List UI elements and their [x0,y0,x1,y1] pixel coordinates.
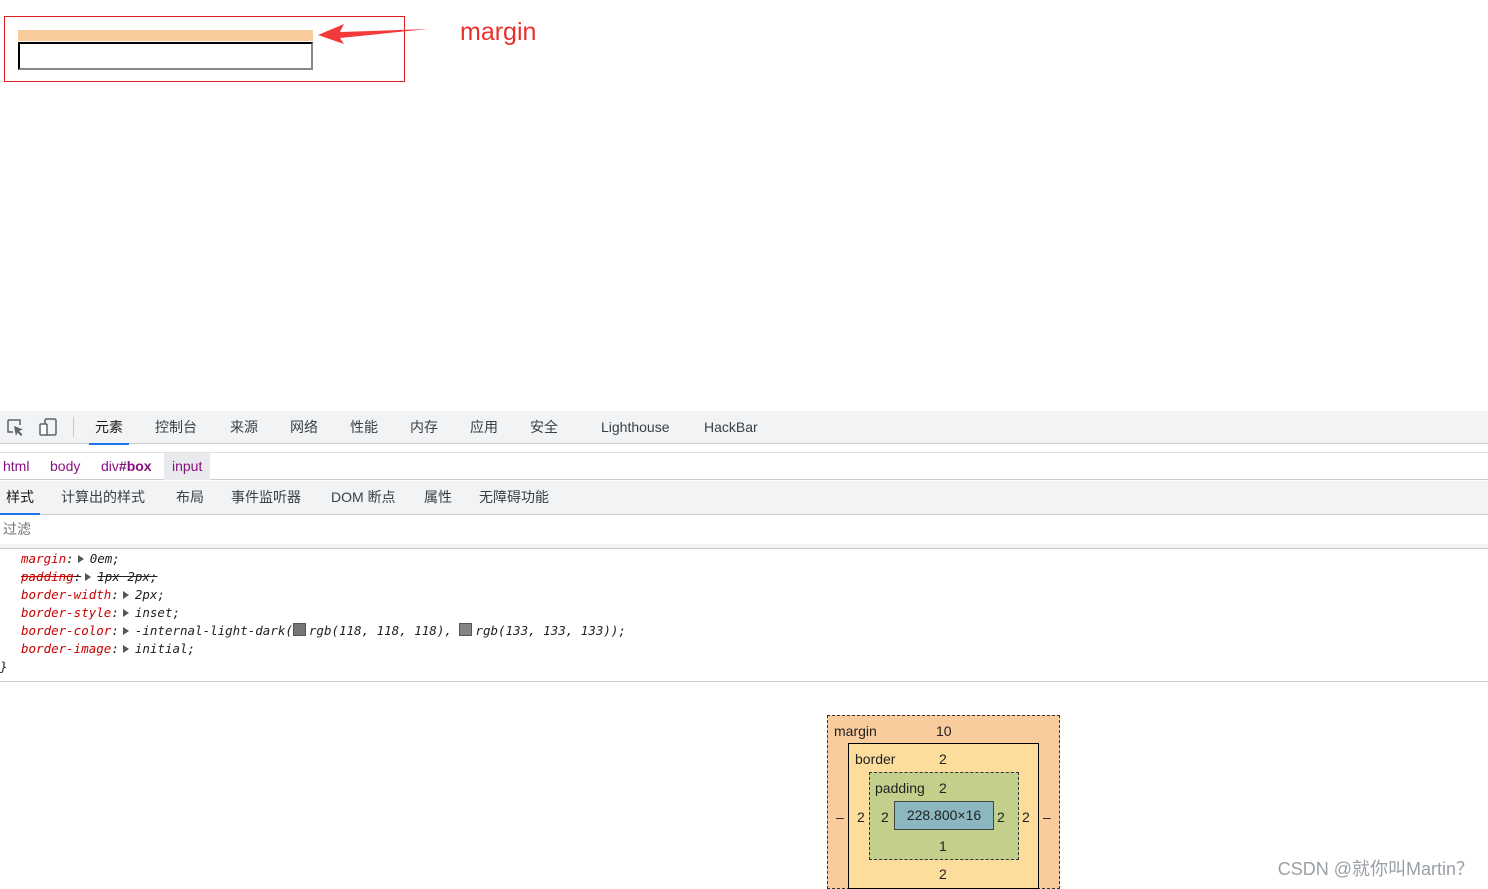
filter-divider [0,544,1488,549]
box-model-margin-right[interactable]: – [1043,809,1051,825]
box-model-border-label: border [855,751,896,767]
tab-network[interactable]: 网络 [290,411,318,444]
declaration-border-style[interactable]: border-style: inset; [21,604,180,622]
tab-lighthouse[interactable]: Lighthouse [601,411,670,444]
expand-triangle-icon[interactable] [85,573,92,581]
box-model-padding-bottom[interactable]: 1 [939,838,947,854]
subtab-styles[interactable]: 样式 [0,481,40,515]
property-value[interactable]: inset; [135,605,180,620]
box-model-border-top[interactable]: 2 [939,751,947,767]
breadcrumb-div-tag: div [101,458,119,474]
tab-console[interactable]: 控制台 [155,411,197,444]
property-value[interactable]: 1px 2px; [97,569,157,584]
box-model-margin-label: margin [834,723,877,739]
declaration-border-image[interactable]: border-image: initial; [21,640,195,658]
margin-highlight [18,30,313,41]
declaration-margin[interactable]: margin: 0em; [21,550,120,568]
property-name[interactable]: border-color [21,623,111,638]
rule-closing-brace: } [0,659,8,674]
rules-divider [0,681,1488,682]
box-model-padding-right[interactable]: 2 [997,809,1005,825]
subtab-computed[interactable]: 计算出的样式 [61,481,145,514]
property-value[interactable]: 2px; [135,587,165,602]
property-value[interactable]: -internal-light-dark( [135,623,293,638]
tab-hackbar[interactable]: HackBar [704,411,758,444]
styles-subtabs: 样式 计算出的样式 布局 事件监听器 DOM 断点 属性 无障碍功能 [0,481,1488,515]
devtools-panel: 元素 控制台 来源 网络 性能 内存 应用 安全 Lighthouse Hack… [0,411,1488,889]
expand-triangle-icon[interactable] [122,645,129,653]
property-name[interactable]: padding [21,569,74,584]
property-value[interactable]: initial; [135,641,195,656]
subtab-properties[interactable]: 属性 [424,481,452,514]
box-model-margin-left[interactable]: – [836,809,844,825]
subtab-layout[interactable]: 布局 [176,481,204,514]
breadcrumb-div-box[interactable]: div#box [101,453,152,480]
tab-performance[interactable]: 性能 [350,411,378,444]
breadcrumb-div-id: #box [118,458,152,474]
declaration-padding[interactable]: padding: 1px 2px; [21,568,157,586]
color-value-2[interactable]: rgb(133, 133, 133)); [475,623,626,638]
breadcrumb: html body div#box input [0,452,1488,480]
tab-security[interactable]: 安全 [530,411,558,444]
subtab-dom-breakpoints[interactable]: DOM 断点 [331,481,396,514]
expand-triangle-icon[interactable] [122,627,129,635]
property-name[interactable]: margin [21,551,66,566]
box-model-border-bottom[interactable]: 2 [939,866,947,882]
page-input-field[interactable] [18,42,313,70]
device-toolbar-icon[interactable] [38,417,58,437]
box-model-padding-top[interactable]: 2 [939,780,947,796]
property-name[interactable]: border-image [21,641,111,656]
breadcrumb-body[interactable]: body [50,453,80,480]
box-model-border-left[interactable]: 2 [857,809,865,825]
box-model-border-right[interactable]: 2 [1022,809,1030,825]
breadcrumb-html[interactable]: html [3,453,29,480]
subtab-accessibility[interactable]: 无障碍功能 [479,481,549,514]
tab-memory[interactable]: 内存 [410,411,438,444]
breadcrumb-input[interactable]: input [164,453,211,480]
property-value[interactable]: 0em; [90,551,120,566]
watermark: CSDN @就你叫Martin？ [1277,859,1474,879]
box-model-margin-top[interactable]: 10 [936,723,952,739]
style-rules: margin: 0em; padding: 1px 2px; border-widt… [0,550,1488,682]
property-name[interactable]: border-width [21,587,111,602]
tab-elements[interactable]: 元素 [89,411,129,445]
devtools-toolbar: 元素 控制台 来源 网络 性能 内存 应用 安全 Lighthouse Hack… [0,411,1488,445]
filter-bar [0,518,1488,545]
inspect-element-icon[interactable] [5,417,25,437]
color-value-1[interactable]: rgb(118, 118, 118), [309,623,452,638]
box-model-content[interactable]: 228.800×16 [894,801,994,830]
declaration-border-width[interactable]: border-width: 2px; [21,586,165,604]
expand-triangle-icon[interactable] [77,555,84,563]
toolbar-separator [73,417,74,437]
property-name[interactable]: border-style [21,605,111,620]
expand-triangle-icon[interactable] [122,591,129,599]
tab-application[interactable]: 应用 [470,411,498,444]
page-viewport: margin [0,0,1488,411]
tab-sources[interactable]: 来源 [230,411,258,444]
annotation-label: margin [460,18,537,46]
declaration-border-color[interactable]: border-color: -internal-light-dark(rgb(11… [21,622,626,640]
box-model-padding-left[interactable]: 2 [881,809,889,825]
filter-input[interactable] [3,521,303,537]
color-swatch[interactable] [292,623,306,636]
subtab-event-listeners[interactable]: 事件监听器 [231,481,301,514]
box-model-padding-label: padding [875,780,925,796]
color-swatch[interactable] [459,623,473,636]
annotation-arrow [318,24,428,44]
expand-triangle-icon[interactable] [122,609,129,617]
